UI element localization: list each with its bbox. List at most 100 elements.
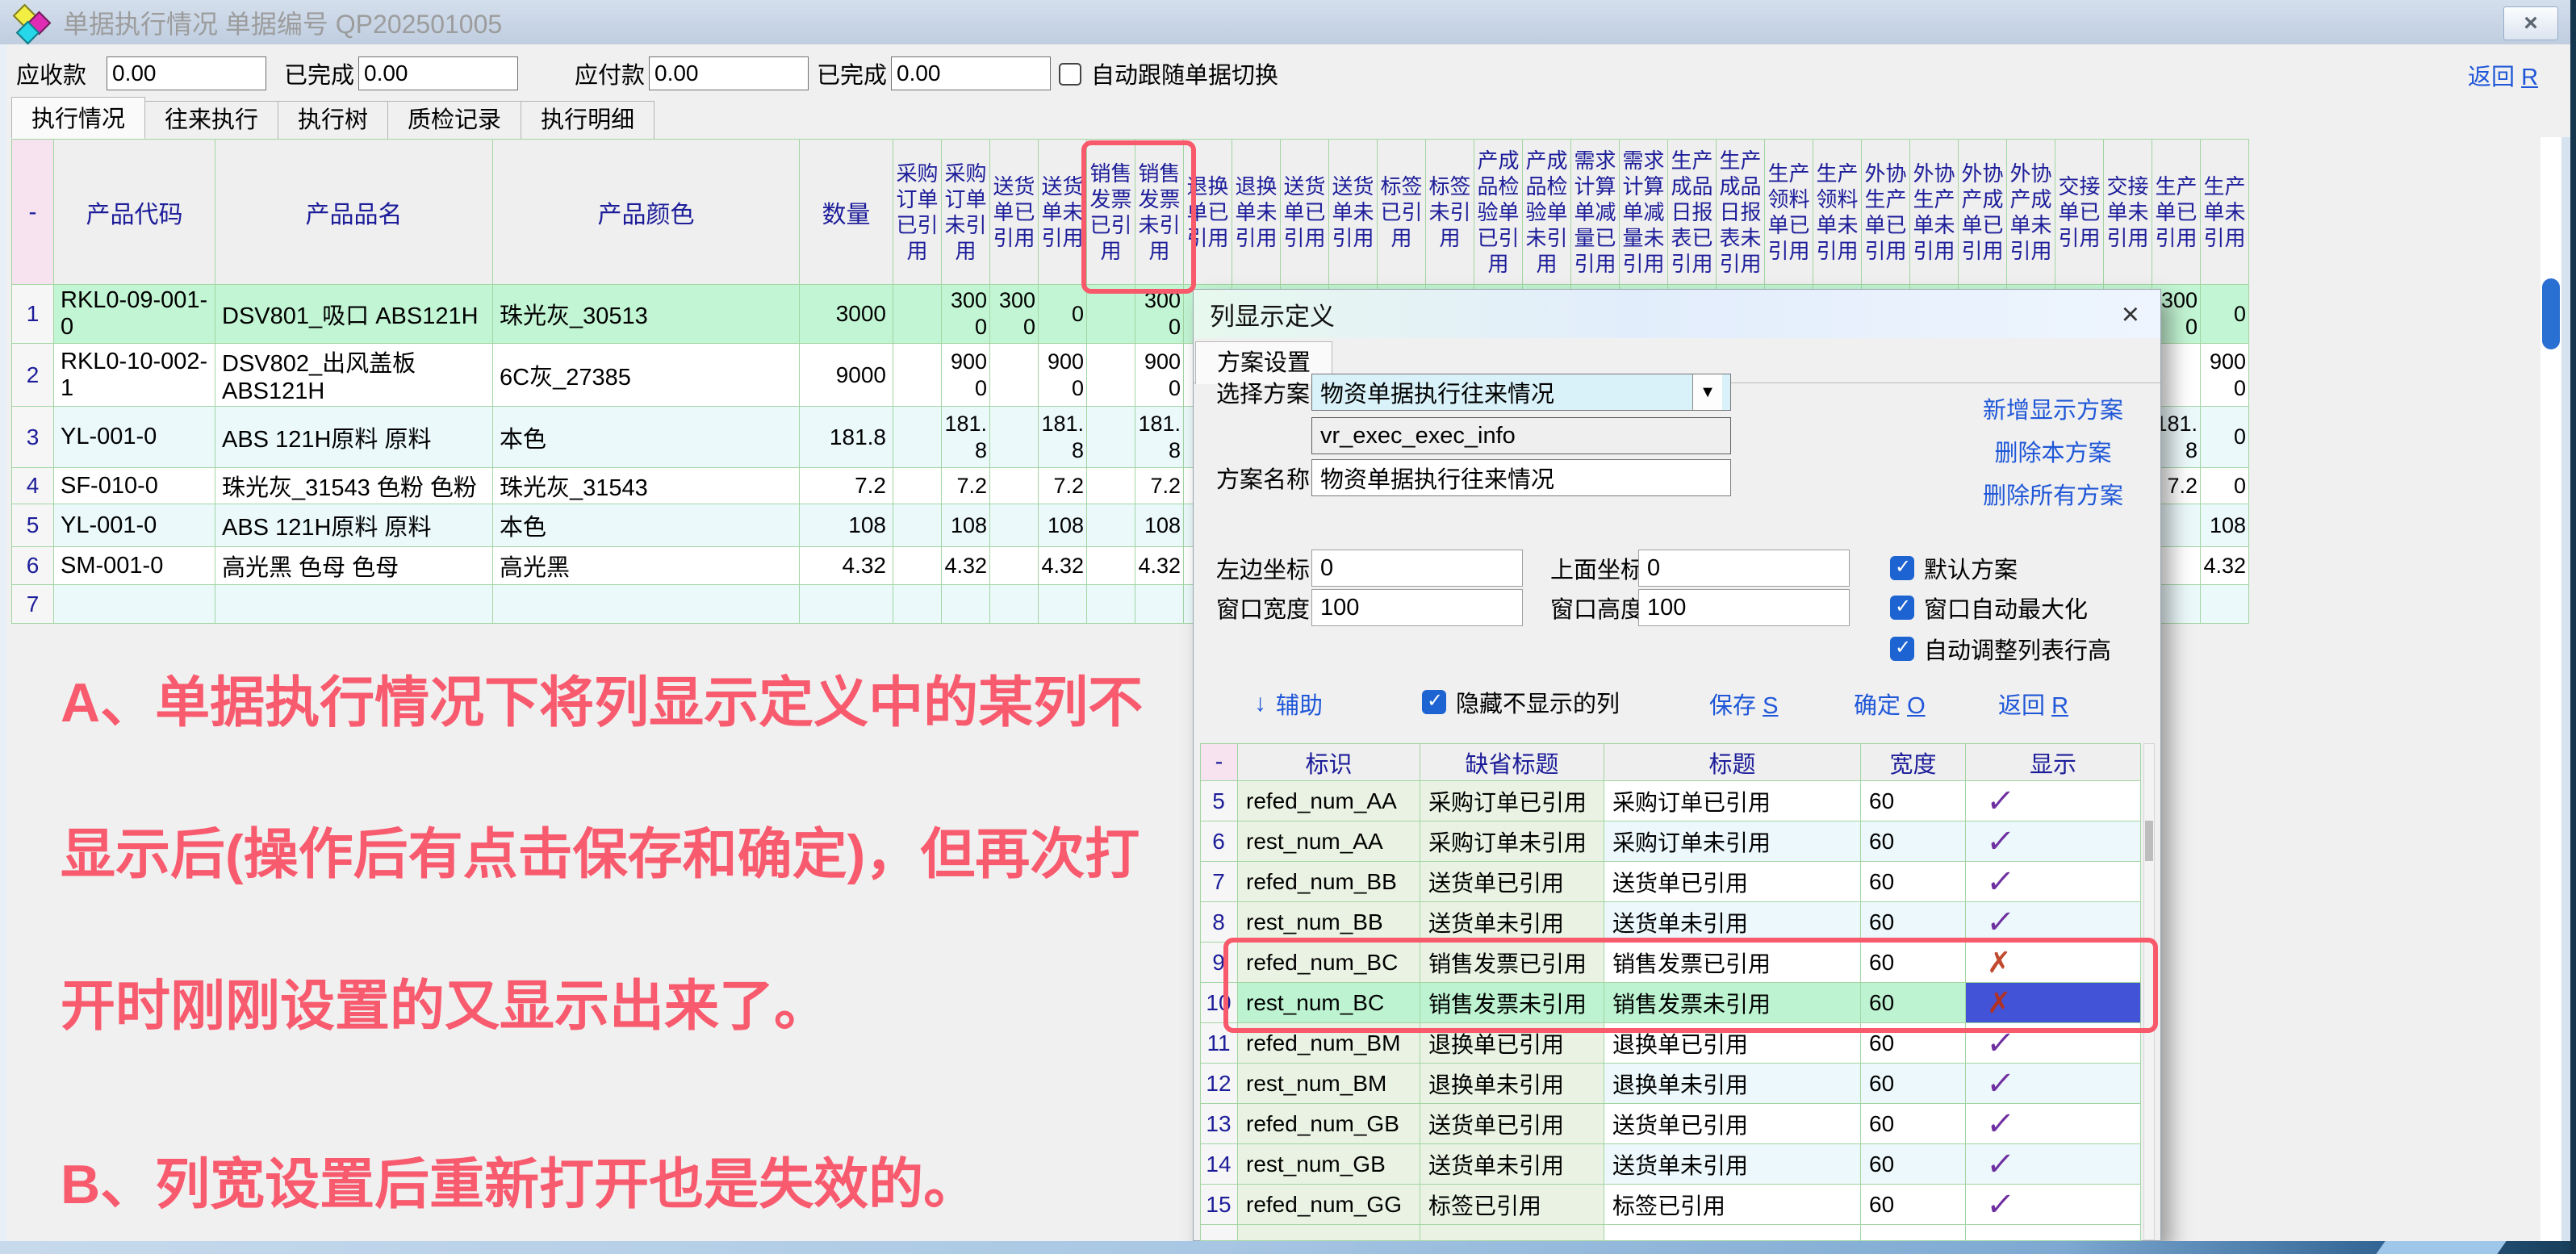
width-cell[interactable]: 60 (1861, 1023, 1966, 1064)
title-cell[interactable]: 退换单未引用 (1604, 1064, 1861, 1104)
value-cell[interactable] (893, 468, 942, 504)
value-cell[interactable] (1087, 547, 1135, 585)
show-toggle-cell[interactable]: ✓ (1966, 1064, 2141, 1104)
tab-transactions[interactable]: 往来执行 (144, 101, 278, 139)
hide-columns-checkbox[interactable] (1422, 690, 1446, 714)
title-cell[interactable]: 送货单未引用 (1604, 1144, 1861, 1185)
default-title-cell[interactable]: 送货单未引用 (1420, 1144, 1604, 1185)
row-number-cell[interactable]: 13 (1201, 1104, 1238, 1144)
title-cell[interactable]: 送货单已引用 (1604, 1104, 1861, 1144)
value-cell[interactable] (893, 344, 942, 407)
width-cell[interactable]: 60 (1861, 821, 1966, 862)
window-width-input[interactable] (1311, 589, 1523, 626)
show-toggle-cell[interactable]: ✗ (1966, 943, 2141, 983)
auto-maximize-checkbox[interactable] (1890, 596, 1914, 620)
default-title-cell[interactable]: 销售发票未引用 (1420, 983, 1604, 1023)
window-close-button[interactable]: × (2503, 6, 2558, 40)
title-cell[interactable]: 销售发票未引用 (1604, 983, 1861, 1023)
column-id-cell[interactable]: refed_num_BB (1238, 862, 1420, 902)
value-cell[interactable] (990, 468, 1039, 504)
column-id-cell[interactable]: refed_num_BC (1238, 943, 1420, 983)
title-cell[interactable]: 送货单未引用 (1604, 902, 1861, 943)
width-cell[interactable]: 60 (1861, 781, 1966, 821)
value-cell[interactable]: 0 (2201, 285, 2249, 344)
delete-scheme-link[interactable]: 删除本方案 (1944, 434, 2162, 468)
product-name-cell[interactable]: ABS 121H原料 原料 (215, 504, 493, 547)
default-title-cell[interactable]: 送货单已引用 (1420, 862, 1604, 902)
row-number-cell[interactable]: 3 (12, 407, 54, 468)
tab-execution-status[interactable]: 执行情况 (11, 97, 145, 139)
title-cell[interactable]: 销售发票已引用 (1604, 943, 1861, 983)
add-scheme-link[interactable]: 新增显示方案 (1944, 391, 2162, 425)
row-number-cell[interactable]: 5 (12, 504, 54, 547)
title-cell[interactable]: 采购订单已引用 (1604, 781, 1861, 821)
qty-cell[interactable] (800, 585, 893, 624)
row-number-cell[interactable]: 2 (12, 344, 54, 407)
product-name-cell[interactable]: ABS 121H原料 原料 (215, 407, 493, 468)
default-title-cell[interactable]: 标签已引用 (1420, 1185, 1604, 1225)
product-color-cell[interactable]: 珠光灰_30513 (493, 285, 800, 344)
helper-button[interactable]: ↓ 辅助 (1254, 687, 1323, 721)
tab-qc-records[interactable]: 质检记录 (387, 101, 521, 139)
default-scheme-checkbox[interactable] (1890, 556, 1914, 580)
row-number-cell[interactable]: 14 (1201, 1144, 1238, 1185)
value-cell[interactable]: 7.2 (942, 468, 990, 504)
column-id-cell[interactable]: rest_num_AA (1238, 821, 1420, 862)
width-cell[interactable]: 60 (1861, 1185, 1966, 1225)
value-cell[interactable]: 181.8 (942, 407, 990, 468)
row-number-cell[interactable]: 12 (1201, 1064, 1238, 1104)
value-cell[interactable]: 181.8 (1039, 407, 1087, 468)
product-color-cell[interactable]: 本色 (493, 407, 800, 468)
row-number-cell[interactable]: 10 (1201, 983, 1238, 1023)
product-name-cell[interactable]: 珠光灰_31543 色粉 色粉 (215, 468, 493, 504)
product-name-cell[interactable]: DSV802_出风盖板 ABS121H (215, 344, 493, 407)
width-cell[interactable]: 60 (1861, 983, 1966, 1023)
value-cell[interactable] (893, 585, 942, 624)
value-cell[interactable] (1039, 585, 1087, 624)
row-number-cell[interactable]: 5 (1201, 781, 1238, 821)
value-cell[interactable] (1087, 285, 1135, 344)
product-name-cell[interactable]: 高光黑 色母 色母 (215, 547, 493, 585)
scheme-name-input[interactable] (1311, 459, 1731, 496)
back-button[interactable]: 返回 R (1998, 687, 2068, 721)
window-height-input[interactable] (1638, 589, 1850, 626)
value-cell[interactable]: 108 (1135, 504, 1184, 547)
column-id-cell[interactable]: rest_num_BM (1238, 1064, 1420, 1104)
title-cell[interactable]: 采购订单未引用 (1604, 821, 1861, 862)
value-cell[interactable]: 0 (1039, 285, 1087, 344)
value-cell[interactable] (1087, 504, 1135, 547)
default-title-cell[interactable]: 采购订单未引用 (1420, 821, 1604, 862)
value-cell[interactable]: 0 (2201, 407, 2249, 468)
auto-row-height-checkbox[interactable] (1890, 637, 1914, 661)
width-cell[interactable]: 60 (1861, 862, 1966, 902)
row-number-cell[interactable]: 8 (1201, 902, 1238, 943)
tab-execution-detail[interactable]: 执行明细 (521, 101, 654, 139)
qty-cell[interactable]: 108 (800, 504, 893, 547)
column-id-cell[interactable]: refed_num_BM (1238, 1023, 1420, 1064)
value-cell[interactable]: 4.32 (942, 547, 990, 585)
product-code-cell[interactable]: RKL0-09-001-0 (54, 285, 215, 344)
column-id-cell[interactable]: refed_num_GB (1238, 1104, 1420, 1144)
width-cell[interactable]: 60 (1861, 1104, 1966, 1144)
scheme-select[interactable]: 物资单据执行往来情况 ▼ (1311, 374, 1731, 411)
receivable-input[interactable] (107, 56, 266, 90)
row-number-cell[interactable]: 6 (12, 547, 54, 585)
column-id-cell[interactable]: refed_num_AA (1238, 781, 1420, 821)
show-toggle-cell[interactable]: ✓ (1966, 1185, 2141, 1225)
column-id-cell[interactable]: refed_num_GG (1238, 1185, 1420, 1225)
show-toggle-cell[interactable]: ✓ (1966, 862, 2141, 902)
show-toggle-cell[interactable]: ✓ (1966, 1104, 2141, 1144)
value-cell[interactable] (942, 585, 990, 624)
qty-cell[interactable]: 181.8 (800, 407, 893, 468)
value-cell[interactable] (1087, 468, 1135, 504)
show-toggle-cell[interactable]: ✗ (1966, 983, 2141, 1023)
product-code-cell[interactable]: YL-001-0 (54, 407, 215, 468)
width-cell[interactable]: 60 (1861, 943, 1966, 983)
title-cell[interactable]: 送货单已引用 (1604, 862, 1861, 902)
default-title-cell[interactable]: 送货单已引用 (1420, 1104, 1604, 1144)
value-cell[interactable] (990, 585, 1039, 624)
value-cell[interactable] (893, 407, 942, 468)
row-number-cell[interactable]: 4 (12, 468, 54, 504)
dialog-scroll-thumb[interactable] (2145, 821, 2153, 861)
product-color-cell[interactable]: 珠光灰_31543 (493, 468, 800, 504)
